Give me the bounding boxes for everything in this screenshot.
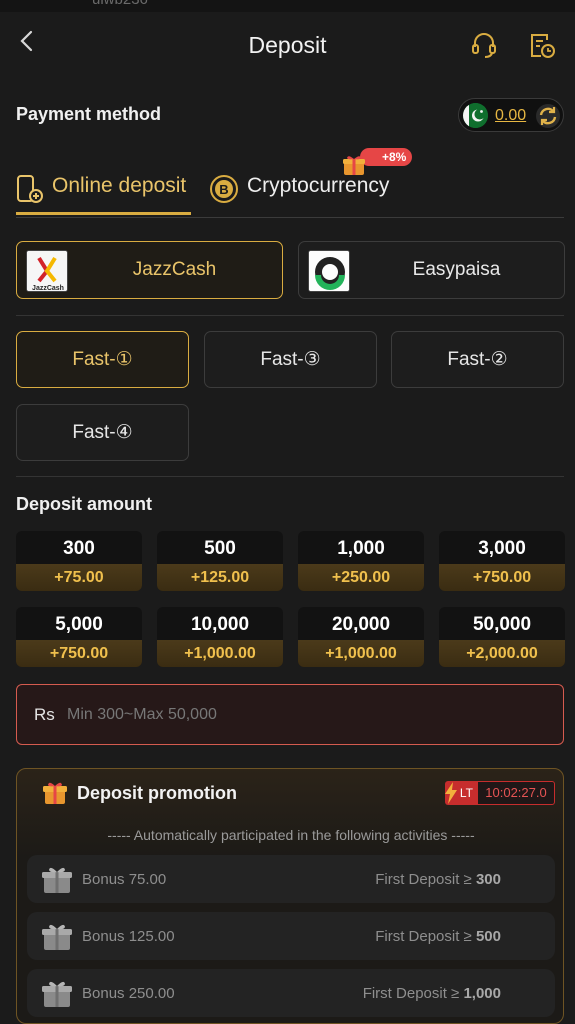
channel-easypaisa[interactable]: Easypaisa xyxy=(298,241,565,299)
payment-method-label: Payment method xyxy=(16,104,162,124)
fast-option-3[interactable]: Fast-③ xyxy=(204,331,377,388)
amount-value: 20,000 xyxy=(331,614,391,635)
promotion-note: ----- Automatically participated in the … xyxy=(107,827,475,843)
easypaisa-logo-mark-icon xyxy=(309,251,349,291)
amount-value: 50,000 xyxy=(472,614,532,635)
amount-bonus: +75.00 xyxy=(16,564,142,591)
svg-text:B: B xyxy=(219,182,228,197)
bonus-item: Bonus 250.00 First Deposit ≥ 1,000 xyxy=(27,969,555,1017)
header: Deposit xyxy=(0,12,575,78)
bonus-item: Bonus 125.00 First Deposit ≥ 500 xyxy=(27,912,555,960)
tab-online-deposit[interactable]: Online deposit xyxy=(16,174,192,215)
phone-deposit-icon xyxy=(17,175,43,203)
bonus-item: Bonus 75.00 First Deposit ≥ 300 xyxy=(27,855,555,903)
bonus-label: Bonus 250.00 xyxy=(82,985,175,1002)
easypaisa-logo xyxy=(308,250,350,292)
divider xyxy=(16,315,564,316)
amount-value: 300 xyxy=(63,538,95,559)
amount-value: 10,000 xyxy=(190,614,250,635)
bonus-threshold: 1,000 xyxy=(463,985,501,1002)
promotion-timer: LT 10:02:27.0 xyxy=(445,781,555,805)
tab-online-deposit-label: Online deposit xyxy=(52,174,187,197)
amount-value: 3,000 xyxy=(478,538,526,559)
bitcoin-icon: B xyxy=(210,175,238,203)
top-strip-text: ulwb236 xyxy=(92,0,148,8)
bonus-condition: First Deposit ≥ 300 xyxy=(375,871,501,888)
amount-value: 1,000 xyxy=(337,538,385,559)
deposit-promotion-panel: Deposit promotion LT 10:02:27.0 ----- Au… xyxy=(16,768,564,1024)
bonus-condition: First Deposit ≥ 500 xyxy=(375,928,501,945)
amount-option[interactable]: 5,000 +750.00 xyxy=(16,607,142,667)
fast-option-4[interactable]: Fast-④ xyxy=(16,404,189,461)
amount-bonus: +750.00 xyxy=(16,640,142,667)
pakistan-flag-icon xyxy=(463,103,488,128)
jazzcash-logo-text: JazzCash xyxy=(32,285,64,292)
amount-option[interactable]: 500 +125.00 xyxy=(157,531,283,591)
fast-option-2[interactable]: Fast-② xyxy=(391,331,564,388)
fast-option-1[interactable]: Fast-① xyxy=(16,331,189,388)
amount-bonus: +1,000.00 xyxy=(157,640,283,667)
bonus-condition-text: First Deposit ≥ xyxy=(375,928,472,945)
amount-bonus: +250.00 xyxy=(298,564,424,591)
bonus-condition: First Deposit ≥ 1,000 xyxy=(363,985,501,1002)
amount-value: 5,000 xyxy=(55,614,103,635)
amount-bonus: +125.00 xyxy=(157,564,283,591)
amount-option[interactable]: 3,000 +750.00 xyxy=(439,531,565,591)
amount-bonus: +1,000.00 xyxy=(298,640,424,667)
tab-cryptocurrency-label: Cryptocurrency xyxy=(247,174,390,197)
amount-bonus: +2,000.00 xyxy=(439,640,565,667)
deposit-promotion-title: Deposit promotion xyxy=(77,783,237,803)
bonus-threshold: 500 xyxy=(475,928,501,945)
divider xyxy=(16,476,564,477)
jazzcash-logo: JazzCash xyxy=(26,250,68,292)
gift-icon xyxy=(43,782,67,804)
amount-option[interactable]: 300 +75.00 xyxy=(16,531,142,591)
deposit-amount-label: Deposit amount xyxy=(16,494,153,514)
bonus-threshold: 300 xyxy=(475,871,501,888)
balance-pill: 0.00 xyxy=(458,98,564,132)
bonus-label: Bonus 75.00 xyxy=(82,871,167,888)
amount-input-box: Rs xyxy=(16,684,564,745)
timer-value: 10:02:27.0 xyxy=(477,781,555,805)
amount-bonus: +750.00 xyxy=(439,564,565,591)
jazzcash-logo-mark-icon: JazzCash xyxy=(27,251,67,292)
gift-box-icon xyxy=(42,867,72,893)
bonus-label: Bonus 125.00 xyxy=(82,928,175,945)
gift-icon xyxy=(343,156,365,175)
amount-option[interactable]: 1,000 +250.00 xyxy=(298,531,424,591)
channel-jazzcash[interactable]: JazzCash JazzCash xyxy=(16,241,283,299)
refresh-icon[interactable] xyxy=(535,103,561,129)
bonus-condition-text: First Deposit ≥ xyxy=(362,985,460,1002)
crypto-bonus-badge: +8% xyxy=(360,148,413,166)
amount-option[interactable]: 10,000 +1,000.00 xyxy=(157,607,283,667)
gift-box-icon xyxy=(42,924,72,950)
amount-option[interactable]: 50,000 +2,000.00 xyxy=(439,607,565,667)
bonus-condition-text: First Deposit ≥ xyxy=(375,871,472,888)
top-strip: ulwb236 xyxy=(0,0,575,12)
tab-cryptocurrency[interactable]: B Cryptocurrency xyxy=(209,174,389,214)
channel-easypaisa-label: Easypaisa xyxy=(412,259,501,280)
headset-icon[interactable] xyxy=(469,30,499,60)
lightning-icon xyxy=(445,782,457,804)
channel-jazzcash-label: JazzCash xyxy=(132,259,217,280)
currency-label: Rs xyxy=(34,705,55,724)
gift-box-icon xyxy=(42,981,72,1007)
deposit-tabs: Online deposit B Cryptocurrency xyxy=(16,160,564,218)
records-clock-icon[interactable] xyxy=(527,30,557,60)
balance-value: 0.00 xyxy=(495,107,527,124)
amount-input[interactable] xyxy=(67,699,547,731)
amount-value: 500 xyxy=(204,538,236,559)
amount-option[interactable]: 20,000 +1,000.00 xyxy=(298,607,424,667)
